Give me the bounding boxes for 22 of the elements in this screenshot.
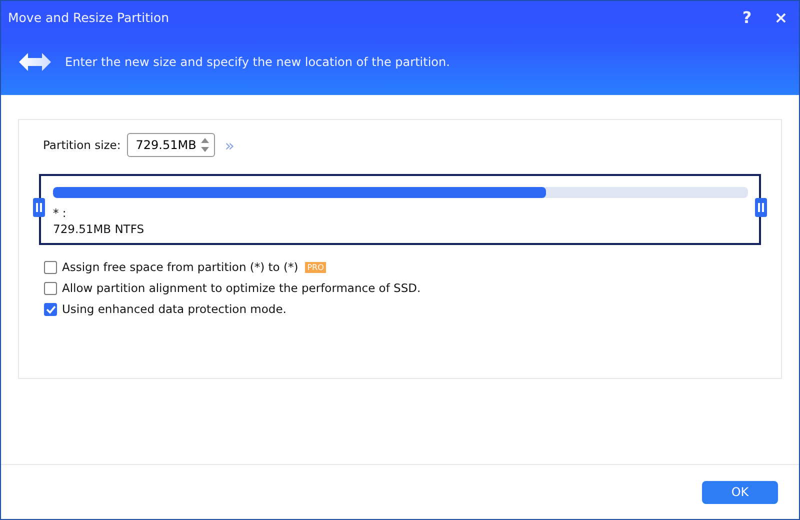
header-instruction: Enter the new size and specify the new location of the partition. [65, 55, 450, 69]
expand-button[interactable]: » [224, 136, 235, 154]
checkbox[interactable] [44, 302, 57, 316]
ok-button[interactable]: OK [702, 480, 778, 504]
partition-block[interactable]: * : 729.51MB NTFS [39, 174, 761, 245]
option-label: Assign free space from partition (*) to (*) [62, 260, 298, 274]
partition-name: * : [53, 206, 68, 221]
pro-badge: PRO [305, 262, 326, 272]
partition-size-spinbox[interactable]: 729.51MB [126, 133, 215, 157]
left-resize-handle[interactable] [33, 198, 45, 217]
spin-arrows-icon[interactable] [200, 136, 210, 154]
checkbox[interactable] [44, 260, 57, 274]
window-title: Move and Resize Partition [8, 10, 170, 24]
double-arrow-icon [19, 52, 51, 72]
help-button[interactable]: ? [731, 1, 763, 33]
checkbox[interactable] [44, 282, 57, 294]
option-label: Using enhanced data protection mode. [62, 302, 286, 316]
partition-info: 729.51MB NTFS [53, 221, 146, 237]
partition-size-label: Partition size: [43, 138, 121, 152]
right-resize-handle[interactable] [755, 198, 767, 217]
close-button[interactable]: × [765, 1, 797, 33]
option-label: Allow partition alignment to optimize the performance of SSD. [62, 281, 421, 295]
